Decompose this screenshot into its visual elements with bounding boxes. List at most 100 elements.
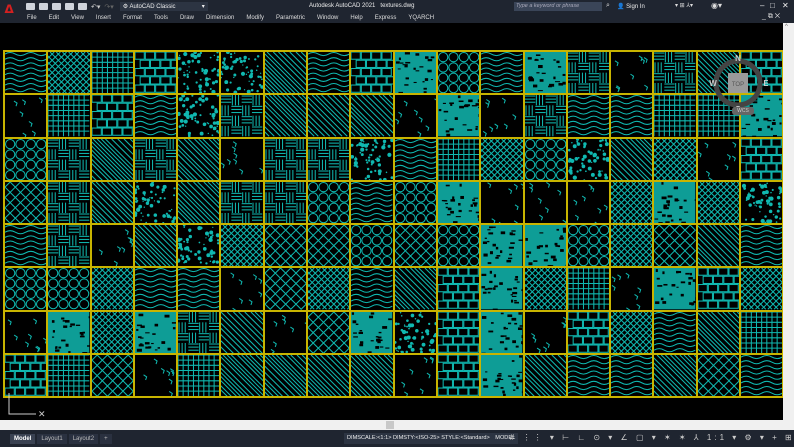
hatch-swatch[interactable] [350,224,394,268]
hatch-swatch[interactable] [610,180,654,225]
hatch-swatch[interactable] [90,137,134,181]
scroll-thumb[interactable] [386,421,394,429]
hatch-swatch[interactable] [436,51,481,95]
hatch-swatch[interactable] [177,310,221,355]
hatch-swatch[interactable] [523,224,567,268]
hatch-swatch[interactable] [393,180,437,225]
hatch-swatch[interactable] [566,137,611,181]
hatch-swatch[interactable] [480,224,524,268]
hatch-swatch[interactable] [350,137,394,181]
add-layout-button[interactable]: + [100,433,112,444]
hatch-swatch[interactable] [480,94,524,138]
hatch-swatch[interactable] [566,51,611,95]
tab-layout1[interactable]: Layout1 [37,433,67,444]
hatch-swatch[interactable] [47,224,91,268]
hatch-swatch[interactable] [133,354,178,398]
menu-view[interactable]: View [71,15,84,21]
hatch-swatch[interactable] [133,310,178,355]
new-icon[interactable] [26,3,35,10]
hatch-swatch[interactable] [47,310,91,355]
hatch-swatch[interactable] [263,137,308,181]
hatch-swatch[interactable] [350,267,394,311]
hatch-swatch[interactable] [263,51,308,95]
hatch-swatch[interactable] [436,310,481,355]
vertical-scrollbar[interactable]: ^ [783,23,794,420]
hatch-swatch[interactable] [263,180,308,225]
hatch-swatch[interactable] [480,354,524,398]
hatch-swatch[interactable] [90,267,134,311]
hatch-swatch[interactable] [653,51,697,95]
menu-insert[interactable]: Insert [96,15,111,21]
hatch-swatch[interactable] [220,137,264,181]
hatch-swatch[interactable] [90,310,134,355]
hatch-swatch[interactable] [4,310,48,355]
hatch-swatch[interactable] [220,94,264,138]
maximize-button[interactable]: □ [770,1,775,10]
hatch-swatch[interactable] [696,267,741,311]
hatch-swatch[interactable] [133,51,178,95]
hatch-swatch[interactable] [740,267,783,311]
hatch-swatch[interactable] [393,267,437,311]
hatch-swatch[interactable] [696,310,741,355]
menu-format[interactable]: Format [123,15,142,21]
search-icon[interactable]: ⌕ [606,2,610,10]
compass-north[interactable]: N [735,54,741,63]
hatch-swatch[interactable] [436,224,481,268]
tab-layout2[interactable]: Layout2 [68,433,99,444]
hatch-swatch[interactable] [307,267,351,311]
hatch-swatch[interactable] [220,51,264,95]
hatch-swatch[interactable] [307,354,351,398]
hatch-swatch[interactable] [566,94,611,138]
hatch-swatch[interactable] [177,180,221,225]
hatch-swatch[interactable] [90,180,134,225]
hatch-swatch[interactable] [4,137,48,181]
hatch-swatch[interactable] [523,137,567,181]
hatch-swatch[interactable] [263,224,308,268]
drawing-canvas[interactable]: TOP N S E W WCS ✕ [0,23,783,420]
hatch-swatch[interactable] [610,51,654,95]
hatch-swatch[interactable] [47,354,91,398]
hatch-swatch[interactable] [566,354,611,398]
hatch-swatch[interactable] [436,180,481,225]
menu-dimension[interactable]: Dimension [206,15,234,21]
status-toggles[interactable]: # ⋮⋮ ▾ ⊢ ∟ ⊙ ▾ ∠ ▢ ▾ ✶ ✶ ⅄ 1:1 ▾ ⚙ ▾ + ⊞… [510,433,794,442]
compass-west[interactable]: W [709,79,717,88]
hatch-swatch[interactable] [4,267,48,311]
hatch-swatch[interactable] [47,267,91,311]
hatch-swatch[interactable] [566,310,611,355]
hatch-swatch[interactable] [350,51,394,95]
hatch-swatch[interactable] [263,310,308,355]
hatch-swatch[interactable] [523,310,567,355]
compass-east[interactable]: E [763,79,768,88]
doc-window-controls[interactable]: _ ⧉ ✕ [762,13,780,21]
hatch-swatch[interactable] [47,94,91,138]
hatch-swatch[interactable] [393,354,437,398]
hatch-swatch[interactable] [307,137,351,181]
hatch-swatch[interactable] [133,94,178,138]
menu-window[interactable]: Window [317,15,338,21]
hatch-swatch[interactable] [307,180,351,225]
hatch-swatch[interactable] [653,267,697,311]
hatch-swatch[interactable] [263,354,308,398]
hatch-swatch[interactable] [436,137,481,181]
hatch-swatch[interactable] [177,51,221,95]
hatch-swatch[interactable] [220,310,264,355]
menu-edit[interactable]: Edit [49,15,59,21]
hatch-swatch[interactable] [177,267,221,311]
hatch-swatch[interactable] [4,180,48,225]
hatch-swatch[interactable] [220,267,264,311]
hatch-swatch[interactable] [177,354,221,398]
save-icon[interactable] [52,3,61,10]
hatch-swatch[interactable] [220,180,264,225]
hatch-swatch[interactable] [350,310,394,355]
hatch-swatch[interactable] [307,224,351,268]
hatch-swatch[interactable] [177,137,221,181]
hatch-swatch[interactable] [740,137,783,181]
hatch-swatch[interactable] [566,180,611,225]
hatch-swatch[interactable] [393,137,437,181]
search-input[interactable]: Type a keyword or phrase [514,2,602,11]
hatch-swatch[interactable] [610,310,654,355]
hatch-swatch[interactable] [566,224,611,268]
horizontal-scrollbar[interactable] [0,420,794,430]
hatch-swatch[interactable] [696,224,741,268]
